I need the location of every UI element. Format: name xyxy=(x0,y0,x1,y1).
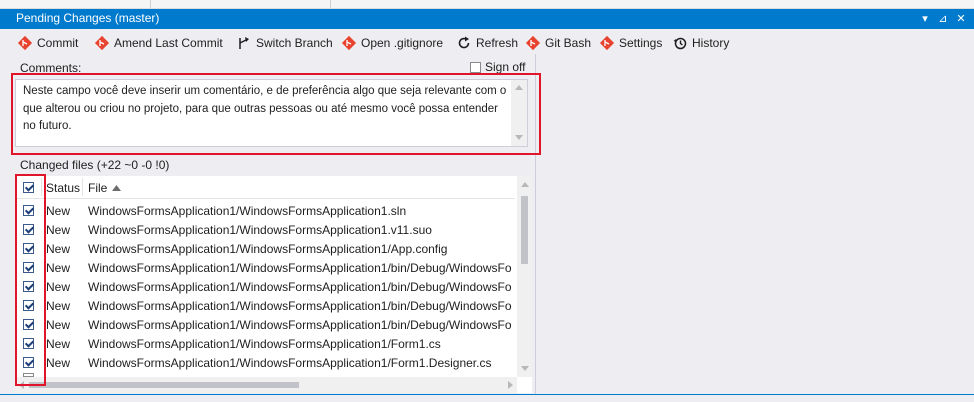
commit-label: Commit xyxy=(37,36,79,50)
table-row[interactable]: New WindowsFormsApplication1/WindowsForm… xyxy=(15,315,517,334)
grid-horizontal-scrollbar[interactable] xyxy=(15,377,517,393)
file-column-header[interactable]: File xyxy=(88,181,107,195)
git-bash-label: Git Bash xyxy=(545,36,592,50)
table-row[interactable]: New WindowsFormsApplication1/WindowsForm… xyxy=(15,296,517,315)
panel-title: Pending Changes (master) xyxy=(16,11,160,25)
table-row[interactable]: New WindowsFormsApplication1/WindowsForm… xyxy=(15,201,517,220)
row-status: New xyxy=(46,261,71,275)
row-status: New xyxy=(46,337,71,351)
table-row[interactable]: New WindowsFormsApplication1/WindowsForm… xyxy=(15,220,517,239)
top-strip-divider xyxy=(330,0,331,8)
sign-off-label: Sign off xyxy=(485,60,526,74)
table-row[interactable]: New WindowsFormsApplication1/WindowsForm… xyxy=(15,277,517,296)
sort-ascending-icon xyxy=(112,185,121,191)
switch-branch-button[interactable]: Switch Branch xyxy=(236,34,333,52)
settings-label: Settings xyxy=(619,36,663,50)
grid-vertical-scrollbar[interactable] xyxy=(517,176,532,377)
refresh-label: Refresh xyxy=(476,36,519,50)
settings-button[interactable]: Settings xyxy=(599,34,662,52)
row-file: WindowsFormsApplication1/WindowsFormsApp… xyxy=(88,280,512,294)
row-file: WindowsFormsApplication1/WindowsFormsApp… xyxy=(88,299,512,313)
toolbar: Commit Amend Last Commit Switch Branch O… xyxy=(0,30,974,54)
top-strip xyxy=(0,0,974,9)
git-bash-button[interactable]: Git Bash xyxy=(525,34,591,52)
history-icon xyxy=(673,37,687,50)
status-column-header[interactable]: Status xyxy=(46,181,80,195)
table-row[interactable]: New WindowsFormsApplication1/WindowsForm… xyxy=(15,258,517,277)
comment-highlight-box xyxy=(11,73,541,155)
row-status: New xyxy=(46,242,71,256)
history-button[interactable]: History xyxy=(672,34,729,52)
row-file: WindowsFormsApplication1/WindowsFormsApp… xyxy=(88,337,441,351)
row-status: New xyxy=(46,280,71,294)
git-icon xyxy=(17,35,33,51)
open-gitignore-label: Open .gitignore xyxy=(361,36,444,50)
row-file: WindowsFormsApplication1/WindowsFormsApp… xyxy=(88,242,448,256)
table-row[interactable]: New WindowsFormsApplication1/WindowsForm… xyxy=(15,239,517,258)
row-file: WindowsFormsApplication1/WindowsFormsApp… xyxy=(88,204,407,218)
row-status: New xyxy=(46,356,71,370)
history-label: History xyxy=(692,36,730,50)
column-divider[interactable] xyxy=(82,178,83,196)
checkbox-highlight-box xyxy=(15,174,46,386)
row-status: New xyxy=(46,204,71,218)
scrollbar-thumb[interactable] xyxy=(521,196,528,264)
row-status: New xyxy=(46,318,71,332)
git-icon xyxy=(525,35,541,51)
row-status: New xyxy=(46,223,71,237)
table-row[interactable]: New WindowsFormsApplication1/WindowsForm… xyxy=(15,353,517,372)
git-icon xyxy=(599,35,615,51)
top-strip-divider xyxy=(150,0,151,8)
commit-button[interactable]: Commit xyxy=(17,34,78,52)
changed-files-grid: Status File New WindowsFormsApplication1… xyxy=(15,176,532,393)
table-row[interactable]: New WindowsFormsApplication1/WindowsForm… xyxy=(15,334,517,353)
row-file: WindowsFormsApplication1/WindowsFormsApp… xyxy=(88,356,492,370)
sign-off-checkbox[interactable]: Sign off xyxy=(470,60,525,74)
pin-icon[interactable]: ⊿ xyxy=(935,10,951,28)
scrollbar-thumb[interactable] xyxy=(29,382,299,388)
close-icon[interactable]: ✕ xyxy=(953,10,969,28)
row-status: New xyxy=(46,299,71,313)
refresh-button[interactable]: Refresh xyxy=(456,34,518,52)
switch-branch-label: Switch Branch xyxy=(256,36,333,50)
scroll-right-icon[interactable] xyxy=(508,381,513,389)
open-gitignore-button[interactable]: Open .gitignore xyxy=(341,34,443,52)
sign-off-checkbox-box[interactable] xyxy=(470,61,481,73)
amend-last-commit-label: Amend Last Commit xyxy=(114,36,223,50)
row-file: WindowsFormsApplication1/WindowsFormsApp… xyxy=(88,261,512,275)
row-file: WindowsFormsApplication1/WindowsFormsApp… xyxy=(88,318,512,332)
amend-last-commit-button[interactable]: Amend Last Commit xyxy=(94,34,223,52)
grid-header: Status File xyxy=(15,176,515,199)
row-file: WindowsFormsApplication1/WindowsFormsApp… xyxy=(88,223,432,237)
git-icon xyxy=(341,35,357,51)
scroll-down-icon[interactable] xyxy=(521,366,529,371)
changed-files-label: Changed files (+22 ~0 -0 !0) xyxy=(20,158,170,172)
git-icon xyxy=(94,35,110,51)
dropdown-icon[interactable]: ▾ xyxy=(917,10,933,28)
scroll-up-icon[interactable] xyxy=(521,182,529,187)
refresh-icon xyxy=(458,36,470,49)
branch-icon xyxy=(239,37,249,49)
panel-title-bar: Pending Changes (master) ▾ ⊿ ✕ xyxy=(0,9,974,29)
